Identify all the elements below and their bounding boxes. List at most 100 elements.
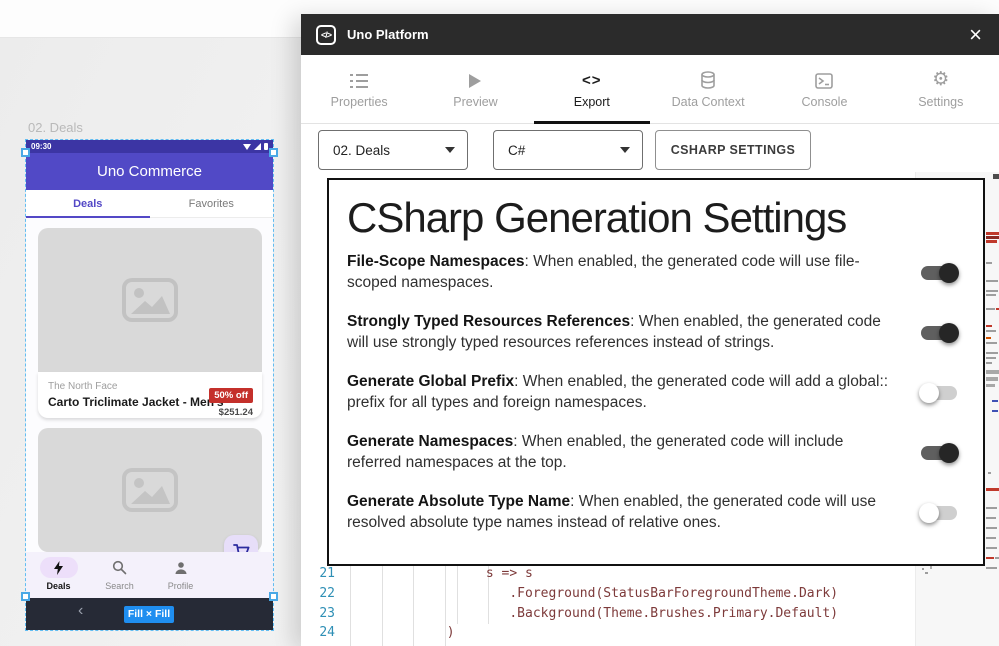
- battery-icon: [264, 143, 268, 150]
- minimap-mark: [986, 262, 992, 264]
- minimap-mark: [986, 308, 995, 310]
- phone-bottom-nav: Deals Search: [26, 552, 273, 598]
- minimap-mark: [930, 566, 932, 569]
- minimap-mark: [995, 557, 999, 559]
- image-placeholder-icon: [121, 277, 179, 323]
- toggle-thumb: [919, 383, 939, 403]
- setting-generate-namespaces: Generate Namespaces: When enabled, the g…: [347, 432, 965, 473]
- lightning-icon: [53, 561, 64, 575]
- minimap-mark: [986, 325, 992, 327]
- size-overlay-button[interactable]: Fill × Fill: [124, 606, 174, 623]
- toggle-strongly-typed-resources[interactable]: [921, 326, 957, 340]
- selection-handle-top-right[interactable]: [269, 148, 278, 157]
- phone-tab-favorites[interactable]: Favorites: [150, 190, 274, 217]
- csharp-settings-dialog: CSharp Generation Settings File-Scope Na…: [327, 178, 985, 566]
- chevron-down-icon: [445, 147, 455, 153]
- phone-tab-deals[interactable]: Deals: [26, 190, 150, 217]
- selection-handle-bottom-right[interactable]: [269, 592, 278, 601]
- toggle-thumb: [939, 263, 959, 283]
- product-image-placeholder[interactable]: [38, 228, 262, 372]
- toggle-thumb: [939, 443, 959, 463]
- minimap-mark: [986, 337, 991, 339]
- minimap-mark: [986, 362, 992, 364]
- minimap-mark: [986, 352, 998, 354]
- setting-file-scope-namespaces: File-Scope Namespaces: When enabled, the…: [347, 252, 965, 293]
- app-title: Uno Commerce: [97, 163, 202, 180]
- csharp-settings-button[interactable]: CSHARP SETTINGS: [655, 130, 811, 170]
- tab-data-context[interactable]: Data Context: [650, 55, 766, 123]
- product-price: $251.24: [209, 407, 253, 418]
- phone-artboard[interactable]: 09:30 Uno Commerce Deals Favorites: [26, 140, 273, 630]
- nav-item-search[interactable]: Search: [89, 557, 150, 598]
- gear-icon: ⚙: [932, 69, 949, 89]
- minimap-mark: [986, 290, 998, 292]
- setting-strongly-typed-resources: Strongly Typed Resources References: Whe…: [347, 312, 965, 353]
- window-title-bar[interactable]: </> Uno Platform ×: [301, 14, 999, 55]
- minimap-mark: [986, 527, 997, 529]
- play-icon: [468, 69, 482, 89]
- artboard-label: 02. Deals: [28, 120, 83, 135]
- product-info-card[interactable]: The North Face Carto Triclimate Jacket -…: [38, 372, 262, 418]
- minimap-mark: [986, 357, 996, 359]
- window-title: Uno Platform: [347, 27, 967, 42]
- uno-platform-window: </> Uno Platform × Properties Pr: [301, 14, 999, 646]
- minimap-mark: [986, 240, 997, 243]
- profile-icon: [174, 561, 188, 575]
- toggle-thumb: [919, 503, 939, 523]
- minimap-mark: [986, 280, 998, 282]
- active-tab-underline: [534, 121, 650, 124]
- nav-item-deals[interactable]: Deals: [28, 557, 89, 598]
- product-image-placeholder-2[interactable]: [38, 428, 262, 552]
- nav-item-profile[interactable]: Profile: [150, 557, 211, 598]
- tab-preview[interactable]: Preview: [417, 55, 533, 123]
- deals-pill: [40, 557, 78, 578]
- close-icon[interactable]: ×: [967, 25, 984, 45]
- minimap-mark: [986, 342, 997, 344]
- page-select-dropdown[interactable]: 02. Deals: [318, 130, 468, 170]
- database-icon: [700, 69, 716, 89]
- tab-console[interactable]: Console: [766, 55, 882, 123]
- signal-icon: [254, 143, 261, 150]
- minimap-mark: [986, 330, 996, 332]
- image-placeholder-icon: [121, 467, 179, 513]
- minimap-mark: [925, 572, 928, 574]
- minimap-mark: [986, 507, 997, 509]
- minimap-mark: [986, 547, 997, 549]
- window-tab-bar: Properties Preview <> Export: [301, 55, 999, 124]
- list-icon: [350, 69, 368, 89]
- tab-properties[interactable]: Properties: [301, 55, 417, 123]
- wifi-icon: [243, 144, 251, 150]
- minimap-mark: [986, 232, 999, 235]
- minimap-mark: [986, 384, 995, 387]
- app-bar: Uno Commerce: [26, 153, 273, 190]
- toggle-thumb: [939, 323, 959, 343]
- minimap-mark: [922, 568, 924, 570]
- dialog-title: CSharp Generation Settings: [347, 194, 965, 242]
- minimap-mark: [992, 410, 998, 412]
- selection-handle-bottom-left[interactable]: [21, 592, 30, 601]
- chevron-down-icon: [620, 147, 630, 153]
- phone-tab-bar: Deals Favorites: [26, 190, 273, 218]
- tab-settings[interactable]: ⚙ Settings: [883, 55, 999, 123]
- phone-status-bar: 09:30: [26, 140, 273, 153]
- toggle-file-scope-namespaces[interactable]: [921, 266, 957, 280]
- language-select-dropdown[interactable]: C#: [493, 130, 643, 170]
- artboard-footer-bar: ‹ Fill × Fill: [26, 598, 273, 630]
- minimap-mark: [986, 557, 994, 559]
- tab-export[interactable]: <> Export: [534, 55, 650, 123]
- phone-tab-underline: [26, 216, 150, 218]
- minimap-mark: [986, 567, 997, 569]
- discount-badge: 50% off: [209, 388, 253, 403]
- setting-generate-global-prefix: Generate Global Prefix: When enabled, th…: [347, 372, 965, 413]
- toggle-generate-namespaces[interactable]: [921, 446, 957, 460]
- toggle-generate-absolute-type-name[interactable]: [921, 506, 957, 520]
- minimap-mark: [993, 174, 999, 179]
- setting-generate-absolute-type-name: Generate Absolute Type Name: When enable…: [347, 492, 965, 533]
- screen: 02. Deals 09:30 Uno Commerce Deals Favor…: [0, 0, 999, 646]
- minimap-mark: [986, 537, 996, 539]
- selection-handle-top-left[interactable]: [21, 148, 30, 157]
- search-icon: [112, 560, 127, 575]
- status-time: 09:30: [31, 142, 51, 151]
- back-chevron[interactable]: ‹: [78, 602, 83, 620]
- toggle-generate-global-prefix[interactable]: [921, 386, 957, 400]
